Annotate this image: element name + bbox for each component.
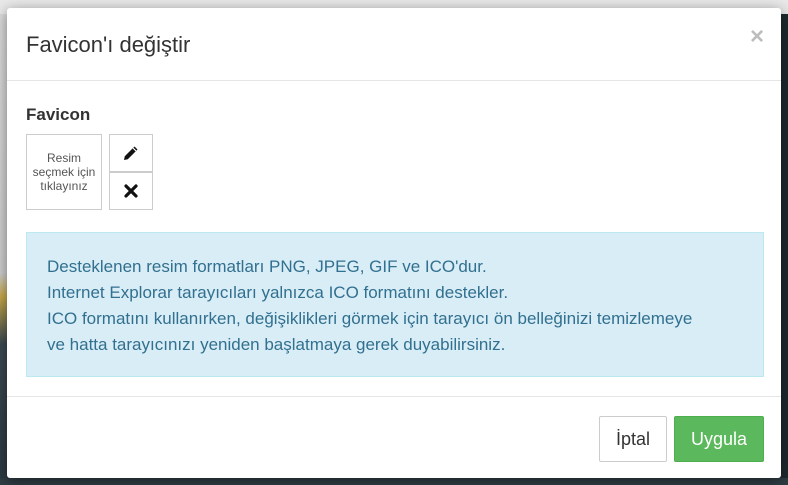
info-line: ve hatta tarayıcınızı yeniden başlatmaya…: [47, 335, 506, 354]
favicon-label: Favicon: [26, 105, 91, 124]
modal-footer: İptal Uygula: [7, 396, 781, 479]
background-page-bottom: [0, 478, 788, 485]
modal-header: Favicon'ı değiştir ×: [7, 8, 781, 81]
info-line: Internet Explorar tarayıcıları yalnızca …: [47, 283, 509, 302]
info-line: ICO formatını kullanırken, değişiklikler…: [47, 309, 693, 328]
cancel-button[interactable]: İptal: [599, 416, 667, 462]
modal-body: Favicon Resim seçmek için tıklayınız Des…: [7, 81, 781, 396]
remove-favicon-button[interactable]: [109, 172, 153, 210]
apply-button[interactable]: Uygula: [674, 416, 764, 462]
favicon-select-area[interactable]: Resim seçmek için tıklayınız: [26, 134, 102, 210]
times-icon: [124, 184, 138, 198]
info-alert: Desteklenen resim formatları PNG, JPEG, …: [26, 232, 764, 377]
favicon-modal: Favicon'ı değiştir × Favicon Resim seçme…: [7, 8, 781, 478]
modal-title: Favicon'ı değiştir: [26, 32, 191, 57]
info-line: Desteklenen resim formatları PNG, JPEG, …: [47, 257, 487, 276]
favicon-placeholder-text: Resim seçmek için tıklayınız: [32, 151, 96, 193]
edit-favicon-button[interactable]: [109, 134, 153, 172]
close-button[interactable]: ×: [750, 25, 764, 49]
pencil-icon: [124, 146, 138, 160]
